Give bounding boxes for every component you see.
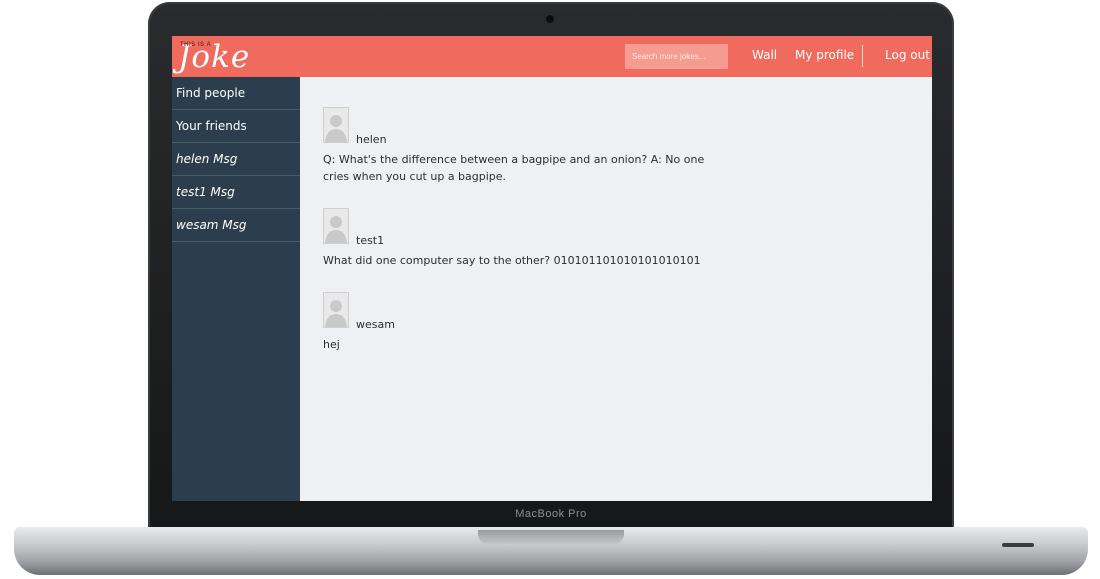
nav-my-profile-link[interactable]: My profile	[795, 48, 854, 62]
nav-wall-link[interactable]: Wall	[752, 48, 777, 62]
post-text: What did one computer say to the other? …	[323, 254, 701, 267]
user-silhouette-icon	[325, 216, 347, 243]
nav-divider	[862, 45, 863, 67]
logo-tagline: THIS IS A	[180, 42, 212, 48]
sidebar-item-helen-msg[interactable]: helen Msg	[172, 143, 300, 176]
sidebar-item-find-people[interactable]: Find people	[172, 77, 300, 110]
model-label: MacBook Pro	[515, 508, 587, 520]
post-username[interactable]: test1	[356, 234, 384, 247]
sidebar-item-wesam-msg[interactable]: wesam Msg	[172, 209, 300, 242]
post-username[interactable]: wesam	[356, 318, 395, 331]
logo[interactable]: Joke THIS IS A	[178, 38, 258, 76]
sidebar: Find people Your friends helen Msg test1…	[172, 77, 300, 501]
screen: Joke THIS IS A Wall My profile Log out F…	[172, 36, 932, 501]
sidebar-item-test1-msg[interactable]: test1 Msg	[172, 176, 300, 209]
user-silhouette-icon	[325, 300, 347, 327]
post-text: hej	[323, 338, 340, 351]
status-led-icon	[1002, 543, 1034, 547]
joke-feed: helen Q: What's the difference between a…	[300, 77, 932, 501]
avatar[interactable]	[323, 107, 349, 143]
avatar[interactable]	[323, 208, 349, 244]
post-username[interactable]: helen	[356, 133, 387, 146]
top-bar: Joke THIS IS A Wall My profile Log out	[172, 36, 932, 77]
search-input[interactable]	[625, 44, 728, 69]
avatar[interactable]	[323, 292, 349, 328]
trackpad-notch	[478, 530, 624, 544]
post-text: Q: What's the difference between a bagpi…	[323, 153, 705, 183]
nav-log-out-link[interactable]: Log out	[885, 48, 930, 62]
sidebar-item-your-friends[interactable]: Your friends	[172, 110, 300, 143]
camera-icon	[546, 15, 554, 23]
user-silhouette-icon	[325, 115, 347, 142]
